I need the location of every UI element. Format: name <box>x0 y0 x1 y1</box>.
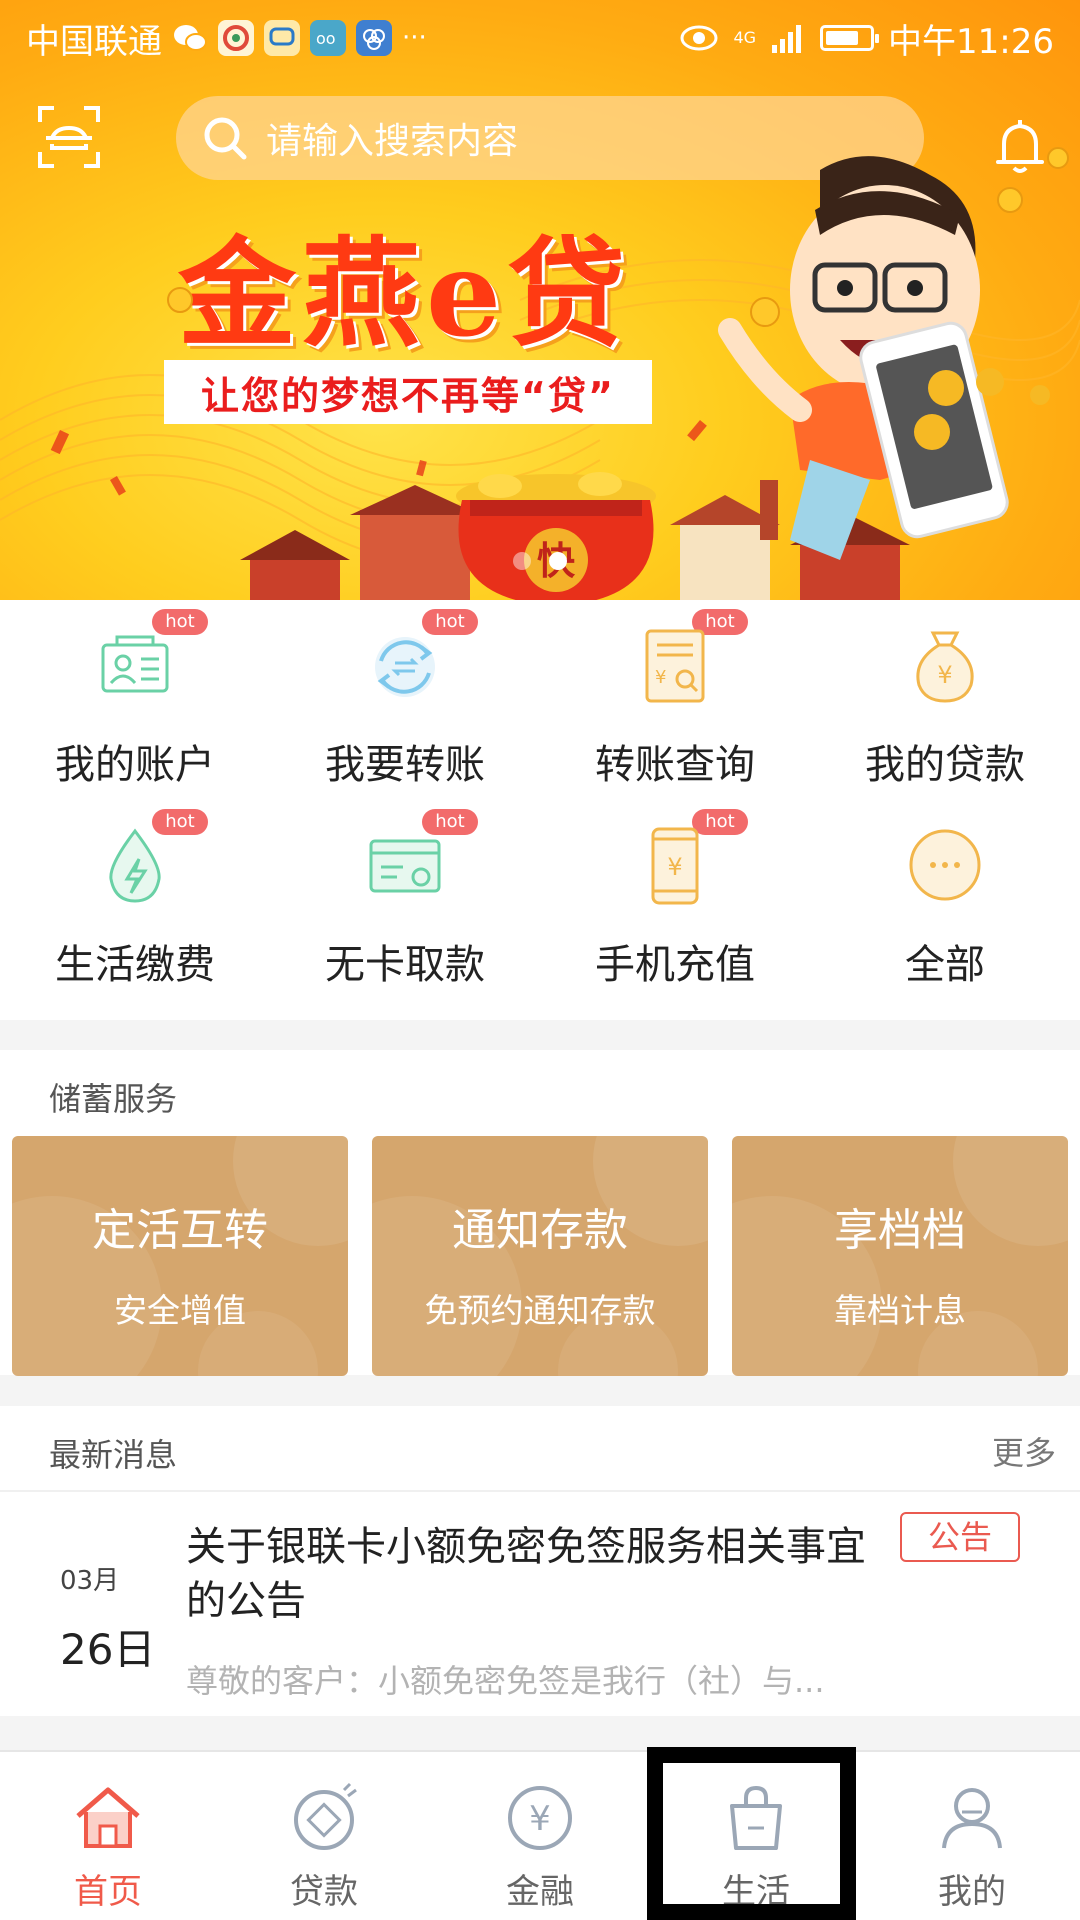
quick-actions-grid: hot 我的账户 hot 我要转账 hot ¥ 转账查询 ¥ 我的贷款 hot … <box>0 600 1080 1020</box>
carousel-dot-1[interactable] <box>513 552 531 570</box>
news-day: 26日 <box>60 1625 156 1674</box>
card-title: 通知存款 <box>452 1205 628 1256</box>
query-icon: ¥ <box>645 629 705 703</box>
news-item[interactable]: 03月 26日 关于银联卡小额免密免签服务相关事宜的公告 公告 尊敬的客户：小额… <box>0 1492 1080 1716</box>
svg-text:¥: ¥ <box>667 853 682 881</box>
card-subtitle: 安全增值 <box>114 1291 246 1330</box>
savings-card-tiered[interactable]: 享档档 靠档计息 <box>732 1136 1068 1376</box>
tab-label: 生活 <box>722 1872 790 1912</box>
tab-life[interactable]: 生活 <box>648 1752 864 1920</box>
id-card-icon <box>101 635 169 693</box>
quick-cardless-withdraw[interactable]: hot 无卡取款 <box>270 800 540 1000</box>
card-title: 定活互转 <box>92 1205 268 1256</box>
tab-label: 首页 <box>74 1872 142 1912</box>
quick-transfer-query[interactable]: hot ¥ 转账查询 <box>540 600 810 800</box>
card-subtitle: 免预约通知存款 <box>424 1291 656 1330</box>
savings-section: 储蓄服务 定活互转 安全增值 通知存款 免预约通知存款 享档档 靠档计息 <box>0 1050 1080 1376</box>
quick-transfer[interactable]: hot 我要转账 <box>270 600 540 800</box>
news-more-link[interactable]: 更多 <box>992 1428 1056 1474</box>
section-title: 储蓄服务 <box>49 1080 178 1118</box>
card-title: 享档档 <box>834 1205 966 1256</box>
bottom-navigation: 首页 贷款 ¥ 金融 生活 我的 <box>0 1750 1080 1920</box>
tab-loan[interactable]: 贷款 <box>216 1752 432 1920</box>
lucky-bag: 快 <box>456 472 656 600</box>
quick-label: 我的贷款 <box>865 742 1025 788</box>
profile-icon <box>942 1788 1002 1849</box>
quick-label: 手机充值 <box>595 942 755 988</box>
carousel-dot-2[interactable] <box>549 552 567 570</box>
transfer-icon <box>375 637 435 697</box>
savings-card-demand-fixed[interactable]: 定活互转 安全增值 <box>12 1136 348 1376</box>
quick-utility-payment[interactable]: hot 生活缴费 <box>0 800 270 1000</box>
tab-label: 金融 <box>506 1872 574 1912</box>
quick-label: 无卡取款 <box>325 942 485 988</box>
home-icon <box>76 1787 140 1848</box>
quick-label: 生活缴费 <box>55 942 215 988</box>
banner-illustration: 快 <box>167 147 1069 600</box>
tab-label: 我的 <box>938 1872 1006 1912</box>
tab-mine[interactable]: 我的 <box>864 1752 1080 1920</box>
quick-phone-recharge[interactable]: hot ¥ 手机充值 <box>540 800 810 1000</box>
news-summary: 尊敬的客户：小额免密免签是我行（社）与... <box>186 1662 825 1700</box>
tab-finance[interactable]: ¥ 金融 <box>432 1752 648 1920</box>
announcement-tag: 公告 <box>900 1512 1020 1562</box>
cardless-icon <box>369 839 441 893</box>
section-title: 最新消息 <box>49 1436 178 1474</box>
loan-bag-icon: ¥ <box>916 631 974 703</box>
card-subtitle: 靠档计息 <box>834 1291 966 1330</box>
tab-home[interactable]: 首页 <box>0 1752 216 1920</box>
carousel-indicator <box>0 552 1080 570</box>
svg-text:¥: ¥ <box>529 1799 551 1839</box>
finance-icon: ¥ <box>508 1786 572 1850</box>
utility-drop-icon <box>109 828 161 903</box>
shopping-bag-icon <box>730 1785 782 1850</box>
loan-icon <box>294 1782 357 1850</box>
quick-all[interactable]: 全部 <box>810 800 1080 1000</box>
quick-my-account[interactable]: hot 我的账户 <box>0 600 270 800</box>
news-month: 03月 <box>60 1566 120 1596</box>
svg-text:¥: ¥ <box>937 661 952 689</box>
quick-my-loan[interactable]: ¥ 我的贷款 <box>810 600 1080 800</box>
quick-label: 全部 <box>905 942 985 988</box>
savings-card-notice-deposit[interactable]: 通知存款 免预约通知存款 <box>372 1136 708 1376</box>
phone-recharge-icon: ¥ <box>651 827 699 905</box>
quick-label: 我的账户 <box>55 742 215 788</box>
quick-label: 转账查询 <box>595 742 755 788</box>
news-header: 最新消息 更多 <box>0 1406 1080 1492</box>
news-section: 最新消息 更多 03月 26日 关于银联卡小额免密免签服务相关事宜的公告 公告 … <box>0 1406 1080 1716</box>
svg-text:¥: ¥ <box>655 667 666 688</box>
news-title: 关于银联卡小额免密免签服务相关事宜的公告 <box>186 1524 866 1624</box>
promo-banner[interactable]: 中国联通 oo ··· 4G 中午11:26 请输入搜索内容 金燕e贷 让您的梦… <box>0 0 1080 600</box>
more-icon <box>909 829 981 901</box>
quick-label: 我要转账 <box>325 742 485 788</box>
tab-label: 贷款 <box>290 1872 358 1912</box>
